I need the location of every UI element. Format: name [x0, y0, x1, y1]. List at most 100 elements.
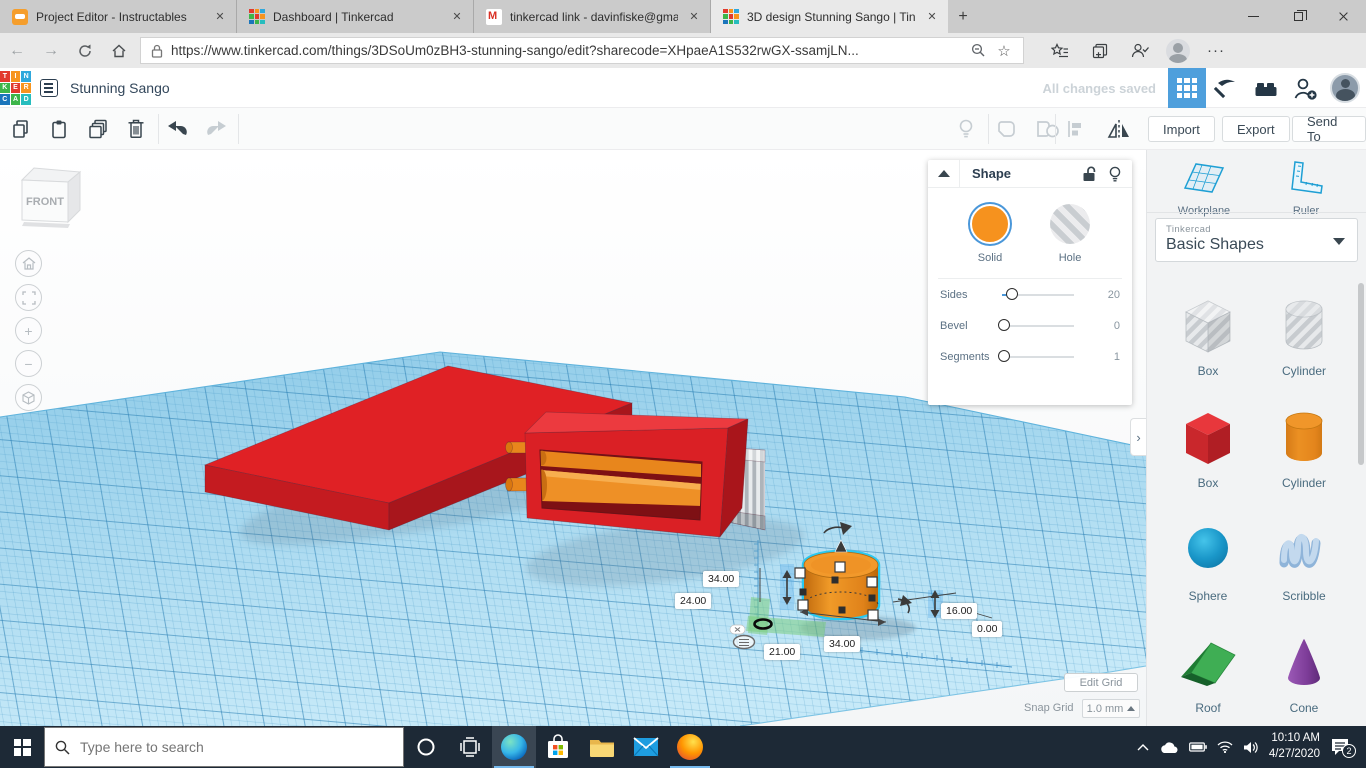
refresh-button[interactable] [68, 33, 102, 68]
ruler-tool-button[interactable]: Ruler [1261, 158, 1351, 217]
workplane-tool[interactable]: Workplane [1159, 158, 1249, 217]
send-to-button[interactable]: Send To [1292, 114, 1366, 144]
unlock-icon[interactable] [1076, 166, 1102, 182]
new-tab-button[interactable]: + [948, 0, 978, 33]
export-button[interactable]: Export [1222, 116, 1290, 142]
onedrive-icon[interactable] [1159, 741, 1179, 754]
design-menu-icon[interactable] [40, 79, 58, 97]
back-button[interactable]: ← [0, 33, 34, 68]
tab-close-icon[interactable]: ✕ [212, 9, 228, 25]
zoom-in-button[interactable]: + [15, 317, 42, 344]
taskbar-clock[interactable]: 10:10 AM 4/27/2020 [1269, 731, 1320, 762]
mid-scale-handle[interactable] [868, 594, 876, 602]
mid-scale-handle[interactable] [831, 576, 839, 584]
start-button[interactable] [0, 726, 44, 768]
window-close-button[interactable] [1321, 0, 1366, 33]
shape-tile-roof[interactable]: Roof [1162, 629, 1254, 715]
bevel-slider[interactable] [998, 318, 1074, 331]
action-center-button[interactable]: 2 [1330, 732, 1358, 762]
cortana-button[interactable] [404, 726, 448, 768]
window-minimize-button[interactable] [1231, 0, 1276, 33]
favorites-hub-icon[interactable] [1046, 37, 1074, 65]
paste-icon[interactable] [48, 118, 70, 140]
wifi-icon[interactable] [1217, 741, 1233, 753]
battery-icon[interactable] [1188, 742, 1207, 752]
minecraft-pickaxe-icon[interactable] [1213, 76, 1239, 102]
tab-gmail[interactable]: tinkercad link - davinfiske@gmai ✕ [474, 0, 711, 33]
tab-instructables[interactable]: Project Editor - Instructables ✕ [0, 0, 237, 33]
tinkercad-logo[interactable]: TINKERCAD [0, 71, 31, 105]
shape-tile-sphere[interactable]: Sphere [1162, 517, 1254, 603]
hole-swatch[interactable] [1050, 204, 1090, 244]
panel-collapse-button[interactable] [928, 159, 960, 188]
scale-handle[interactable] [866, 576, 878, 588]
taskbar-search-box[interactable] [44, 727, 404, 767]
dimension-label[interactable]: 0.00 [972, 621, 1003, 637]
hole-option[interactable]: Hole [1050, 204, 1090, 264]
duplicate-icon[interactable] [86, 118, 108, 140]
taskbar-file-explorer-button[interactable] [580, 726, 624, 768]
home-button[interactable] [102, 33, 136, 68]
mirror-flip-icon[interactable] [1106, 118, 1129, 140]
profile-sync-icon[interactable] [1126, 37, 1154, 65]
browser-profile-avatar[interactable] [1166, 38, 1190, 63]
mid-scale-handle[interactable] [799, 588, 807, 596]
scale-handle[interactable] [834, 561, 846, 573]
import-button[interactable]: Import [1148, 116, 1215, 142]
zoom-out-button[interactable]: − [15, 350, 42, 377]
task-view-button[interactable] [448, 726, 492, 768]
edit-grid-button[interactable]: Edit Grid [1064, 673, 1138, 692]
scale-handle[interactable] [794, 567, 806, 579]
search-input[interactable] [80, 739, 360, 755]
dimension-label[interactable]: 34.00 [703, 571, 740, 587]
shape-tile-orange-cylinder[interactable]: Cylinder [1258, 404, 1350, 490]
url-field[interactable]: https://www.tinkercad.com/things/3DSoUm0… [140, 37, 1024, 64]
scale-handle[interactable] [797, 599, 809, 611]
taskbar-firefox-button[interactable] [668, 726, 712, 768]
zoom-out-page-icon[interactable] [965, 43, 991, 58]
mid-scale-handle[interactable] [838, 606, 846, 614]
collections-icon[interactable] [1086, 37, 1114, 65]
taskbar-mail-button[interactable] [624, 726, 668, 768]
dimension-label[interactable]: 21.00 [764, 644, 801, 660]
settings-more-icon[interactable]: ··· [1202, 37, 1230, 65]
brick-icon[interactable] [1253, 76, 1279, 102]
window-restore-button[interactable] [1276, 0, 1321, 33]
group-icon[interactable] [996, 118, 1018, 140]
shape-library-dropdown[interactable]: Tinkercad Basic Shapes [1155, 218, 1358, 262]
delete-icon[interactable] [125, 118, 147, 140]
tab-close-icon[interactable]: ✕ [924, 9, 940, 25]
tab-tinkercad-editor-active[interactable]: 3D design Stunning Sango | Tink ✕ [711, 0, 948, 33]
solid-color-swatch[interactable] [970, 204, 1010, 244]
shape-tile-cone[interactable]: Cone [1258, 629, 1350, 715]
scale-handle[interactable] [867, 609, 879, 621]
add-user-icon[interactable] [1293, 76, 1319, 102]
hide-lightbulb-icon[interactable] [1102, 166, 1128, 182]
shape-tile-red-box[interactable]: Box [1162, 404, 1254, 490]
forward-button[interactable]: → [34, 33, 68, 68]
ungroup-icon[interactable] [1034, 118, 1059, 140]
tab-tinkercad-dashboard[interactable]: Dashboard | Tinkercad ✕ [237, 0, 474, 33]
tab-close-icon[interactable]: ✕ [686, 9, 702, 25]
fit-view-button[interactable] [15, 284, 42, 311]
shape-tile-scribble[interactable]: Scribble [1258, 517, 1350, 603]
blocks-view-button[interactable] [1168, 68, 1206, 108]
taskbar-store-button[interactable] [536, 726, 580, 768]
show-all-lightbulb-icon[interactable] [955, 118, 977, 140]
view-cube[interactable]: FRONT [12, 160, 88, 241]
copy-icon[interactable] [10, 118, 32, 140]
perspective-toggle-button[interactable] [15, 384, 42, 411]
account-avatar[interactable] [1330, 73, 1360, 103]
sidebar-collapse-handle[interactable]: › [1130, 418, 1146, 456]
segments-slider[interactable] [998, 349, 1074, 362]
sidebar-scrollbar[interactable] [1358, 283, 1364, 465]
solid-option[interactable]: Solid [970, 204, 1010, 264]
favorite-star-icon[interactable]: ☆ [991, 42, 1017, 60]
undo-icon[interactable] [166, 118, 188, 140]
shape-tile-hole-box[interactable]: Box [1162, 292, 1254, 378]
sides-slider[interactable] [1002, 287, 1074, 300]
tray-chevron-icon[interactable] [1137, 743, 1149, 751]
dimension-label[interactable]: 24.00 [675, 593, 712, 609]
taskbar-edge-button[interactable] [492, 726, 536, 768]
tab-close-icon[interactable]: ✕ [449, 9, 465, 25]
